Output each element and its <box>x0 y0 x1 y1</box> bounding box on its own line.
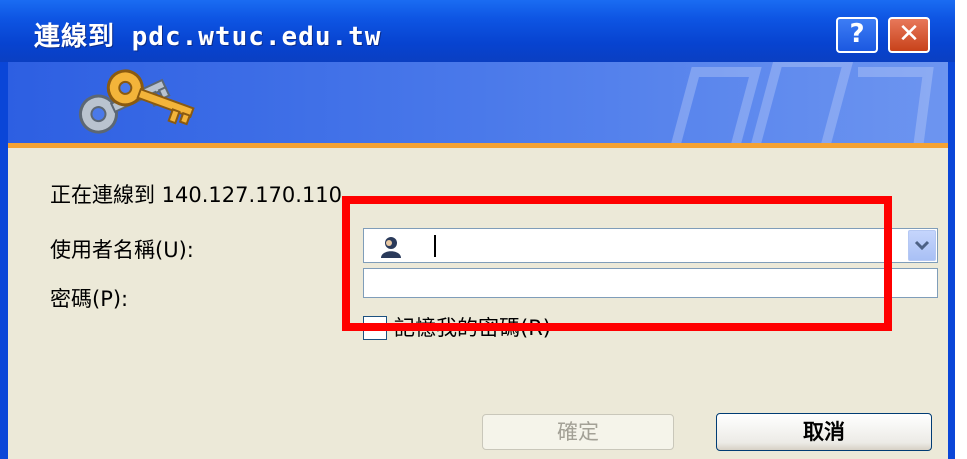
banner-accent-stripe <box>8 143 948 148</box>
title-bar[interactable]: 連線到 pdc.wtuc.edu.tw ? ✕ <box>0 0 955 62</box>
help-button[interactable]: ? <box>836 17 878 53</box>
window-title: 連線到 pdc.wtuc.edu.tw <box>34 22 382 52</box>
username-dropdown-button[interactable] <box>908 230 936 261</box>
cancel-button[interactable]: 取消 <box>716 413 932 451</box>
ok-button[interactable]: 確定 <box>482 414 674 450</box>
chevron-down-icon <box>914 240 930 251</box>
password-label: 密碼(P): <box>50 287 129 311</box>
annotation-highlight-box <box>342 196 892 331</box>
banner-watermark <box>667 62 934 148</box>
close-button[interactable]: ✕ <box>888 17 930 53</box>
keys-icon <box>78 69 195 134</box>
connecting-status-text: 正在連線到 140.127.170.110 <box>50 183 343 207</box>
banner <box>8 62 948 148</box>
username-label: 使用者名稱(U): <box>50 238 194 262</box>
